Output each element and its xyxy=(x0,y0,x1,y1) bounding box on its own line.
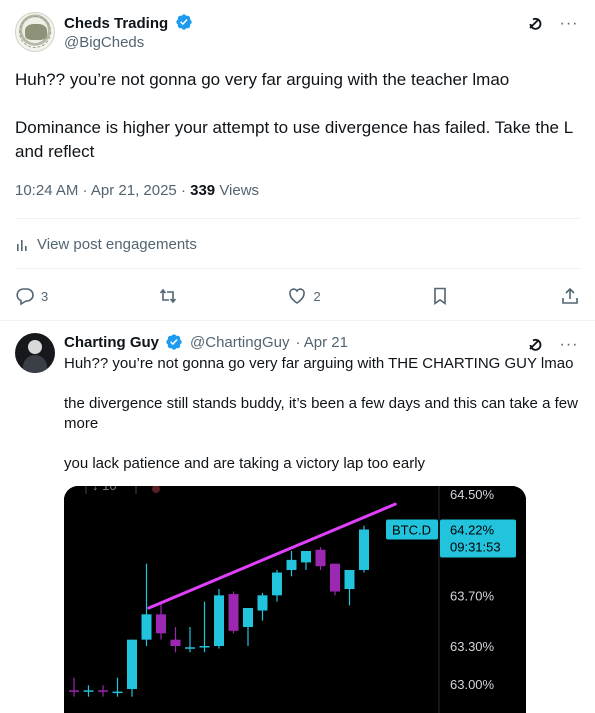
analytics-icon xyxy=(17,239,27,251)
y-tick-label: 63.00% xyxy=(450,677,495,692)
post-paragraph: Dominance is higher your attempt to use … xyxy=(15,118,573,161)
candle-body xyxy=(127,639,137,690)
verified-badge-icon xyxy=(176,14,193,30)
author-handle[interactable]: @BigCheds xyxy=(64,34,144,51)
avatar[interactable] xyxy=(15,333,55,373)
share-icon xyxy=(562,287,578,304)
candle-body xyxy=(359,529,369,570)
like-button[interactable]: 2 xyxy=(287,286,321,306)
chart-image[interactable]: ↓ 10 64.50% 63.70% 63.30% 63.00% BTC.D 64.22% 0… xyxy=(64,486,526,713)
reply-top-actions: ··· xyxy=(525,335,579,355)
post-top-actions: ··· xyxy=(525,14,579,34)
repost-button[interactable] xyxy=(158,286,178,306)
author-name[interactable]: Charting Guy xyxy=(64,334,159,351)
candle-body xyxy=(243,608,253,627)
divider xyxy=(15,268,580,269)
candle-body xyxy=(185,647,195,649)
y-tick-label: 63.70% xyxy=(450,588,495,603)
avatar-head xyxy=(28,340,42,354)
author-name[interactable]: Cheds Trading xyxy=(64,13,193,32)
post-paragraph: Huh?? you’re not gonna go very far argui… xyxy=(15,70,510,89)
candle-body xyxy=(156,614,166,634)
reply-header: Charting Guy @ChartingGuy · Apr 21 xyxy=(64,333,348,351)
bull-logo-icon xyxy=(25,24,47,40)
reply-count: 3 xyxy=(41,288,49,304)
candle-body xyxy=(98,690,108,692)
candle-body xyxy=(315,549,326,567)
author-handle[interactable]: @ChartingGuy xyxy=(190,334,289,351)
reply-paragraph: the divergence still stands buddy, it’s … xyxy=(64,395,578,432)
view-engagements-link[interactable]: View post engagements xyxy=(15,236,197,253)
more-options-icon[interactable]: ··· xyxy=(559,335,579,355)
main-post: Cheds Trading @BigCheds ··· Huh?? you’re… xyxy=(0,0,595,320)
heart-icon xyxy=(289,288,306,304)
reply-post: Charting Guy @ChartingGuy · Apr 21 ··· H… xyxy=(0,321,595,713)
verified-badge-icon xyxy=(166,334,182,350)
post-timestamp[interactable]: 10:24 AM · Apr 21, 2025 · xyxy=(15,182,190,199)
post-meta: 10:24 AM · Apr 21, 2025 · 339 Views xyxy=(15,182,259,199)
views-label: Views xyxy=(219,182,260,199)
bookmark-icon xyxy=(434,287,447,306)
views-count: 339 xyxy=(190,182,216,199)
bar-countdown-label: 09:31:53 xyxy=(450,539,501,554)
grok-icon[interactable] xyxy=(525,335,545,355)
candle-body xyxy=(141,614,152,640)
divider xyxy=(15,218,580,219)
last-price-label: 64.22% xyxy=(450,522,495,537)
candle-body xyxy=(286,559,297,570)
candle-body xyxy=(69,690,79,692)
candle-body xyxy=(257,595,268,611)
reply-text: Huh?? you’re not gonna go very far argui… xyxy=(64,354,579,494)
author-name-text[interactable]: Cheds Trading xyxy=(64,15,168,32)
avatar[interactable] xyxy=(15,12,55,52)
share-button[interactable] xyxy=(560,286,580,306)
candle-body xyxy=(214,595,224,646)
reply-paragraph: you lack patience and are taking a victo… xyxy=(64,455,426,472)
repost-icon xyxy=(159,288,176,304)
candle-body xyxy=(170,639,181,646)
candle-body xyxy=(344,570,355,589)
post-date[interactable]: · Apr 21 xyxy=(295,334,348,351)
reply-paragraph: Huh?? you’re not gonna go very far argui… xyxy=(64,355,574,372)
avatar-body xyxy=(23,355,47,373)
candle-body xyxy=(272,572,282,596)
chart-toolbar-value: ↓ 10 xyxy=(92,486,117,493)
candle-body xyxy=(228,594,239,631)
candle-body xyxy=(199,646,210,648)
post-action-bar: 3 2 xyxy=(15,284,580,308)
engagements-label[interactable]: View post engagements xyxy=(37,236,197,253)
y-tick-label: 63.30% xyxy=(450,639,495,654)
candle-body xyxy=(112,691,123,694)
reply-button[interactable]: 3 xyxy=(15,286,48,306)
y-tick-label: 64.50% xyxy=(450,487,495,502)
grok-icon[interactable] xyxy=(525,14,545,34)
candle-body xyxy=(83,690,94,692)
post-text: Huh?? you’re not gonna go very far argui… xyxy=(15,68,585,188)
like-count: 2 xyxy=(313,288,321,304)
reply-icon xyxy=(16,288,34,306)
bookmark-button[interactable] xyxy=(430,286,450,306)
candle-body xyxy=(330,563,340,592)
more-options-icon[interactable]: ··· xyxy=(559,14,579,34)
candlestick-chart: ↓ 10 64.50% 63.70% 63.30% 63.00% BTC.D 64.22% 0… xyxy=(64,486,526,713)
symbol-label: BTC.D xyxy=(392,522,431,537)
candle-body xyxy=(301,551,311,563)
